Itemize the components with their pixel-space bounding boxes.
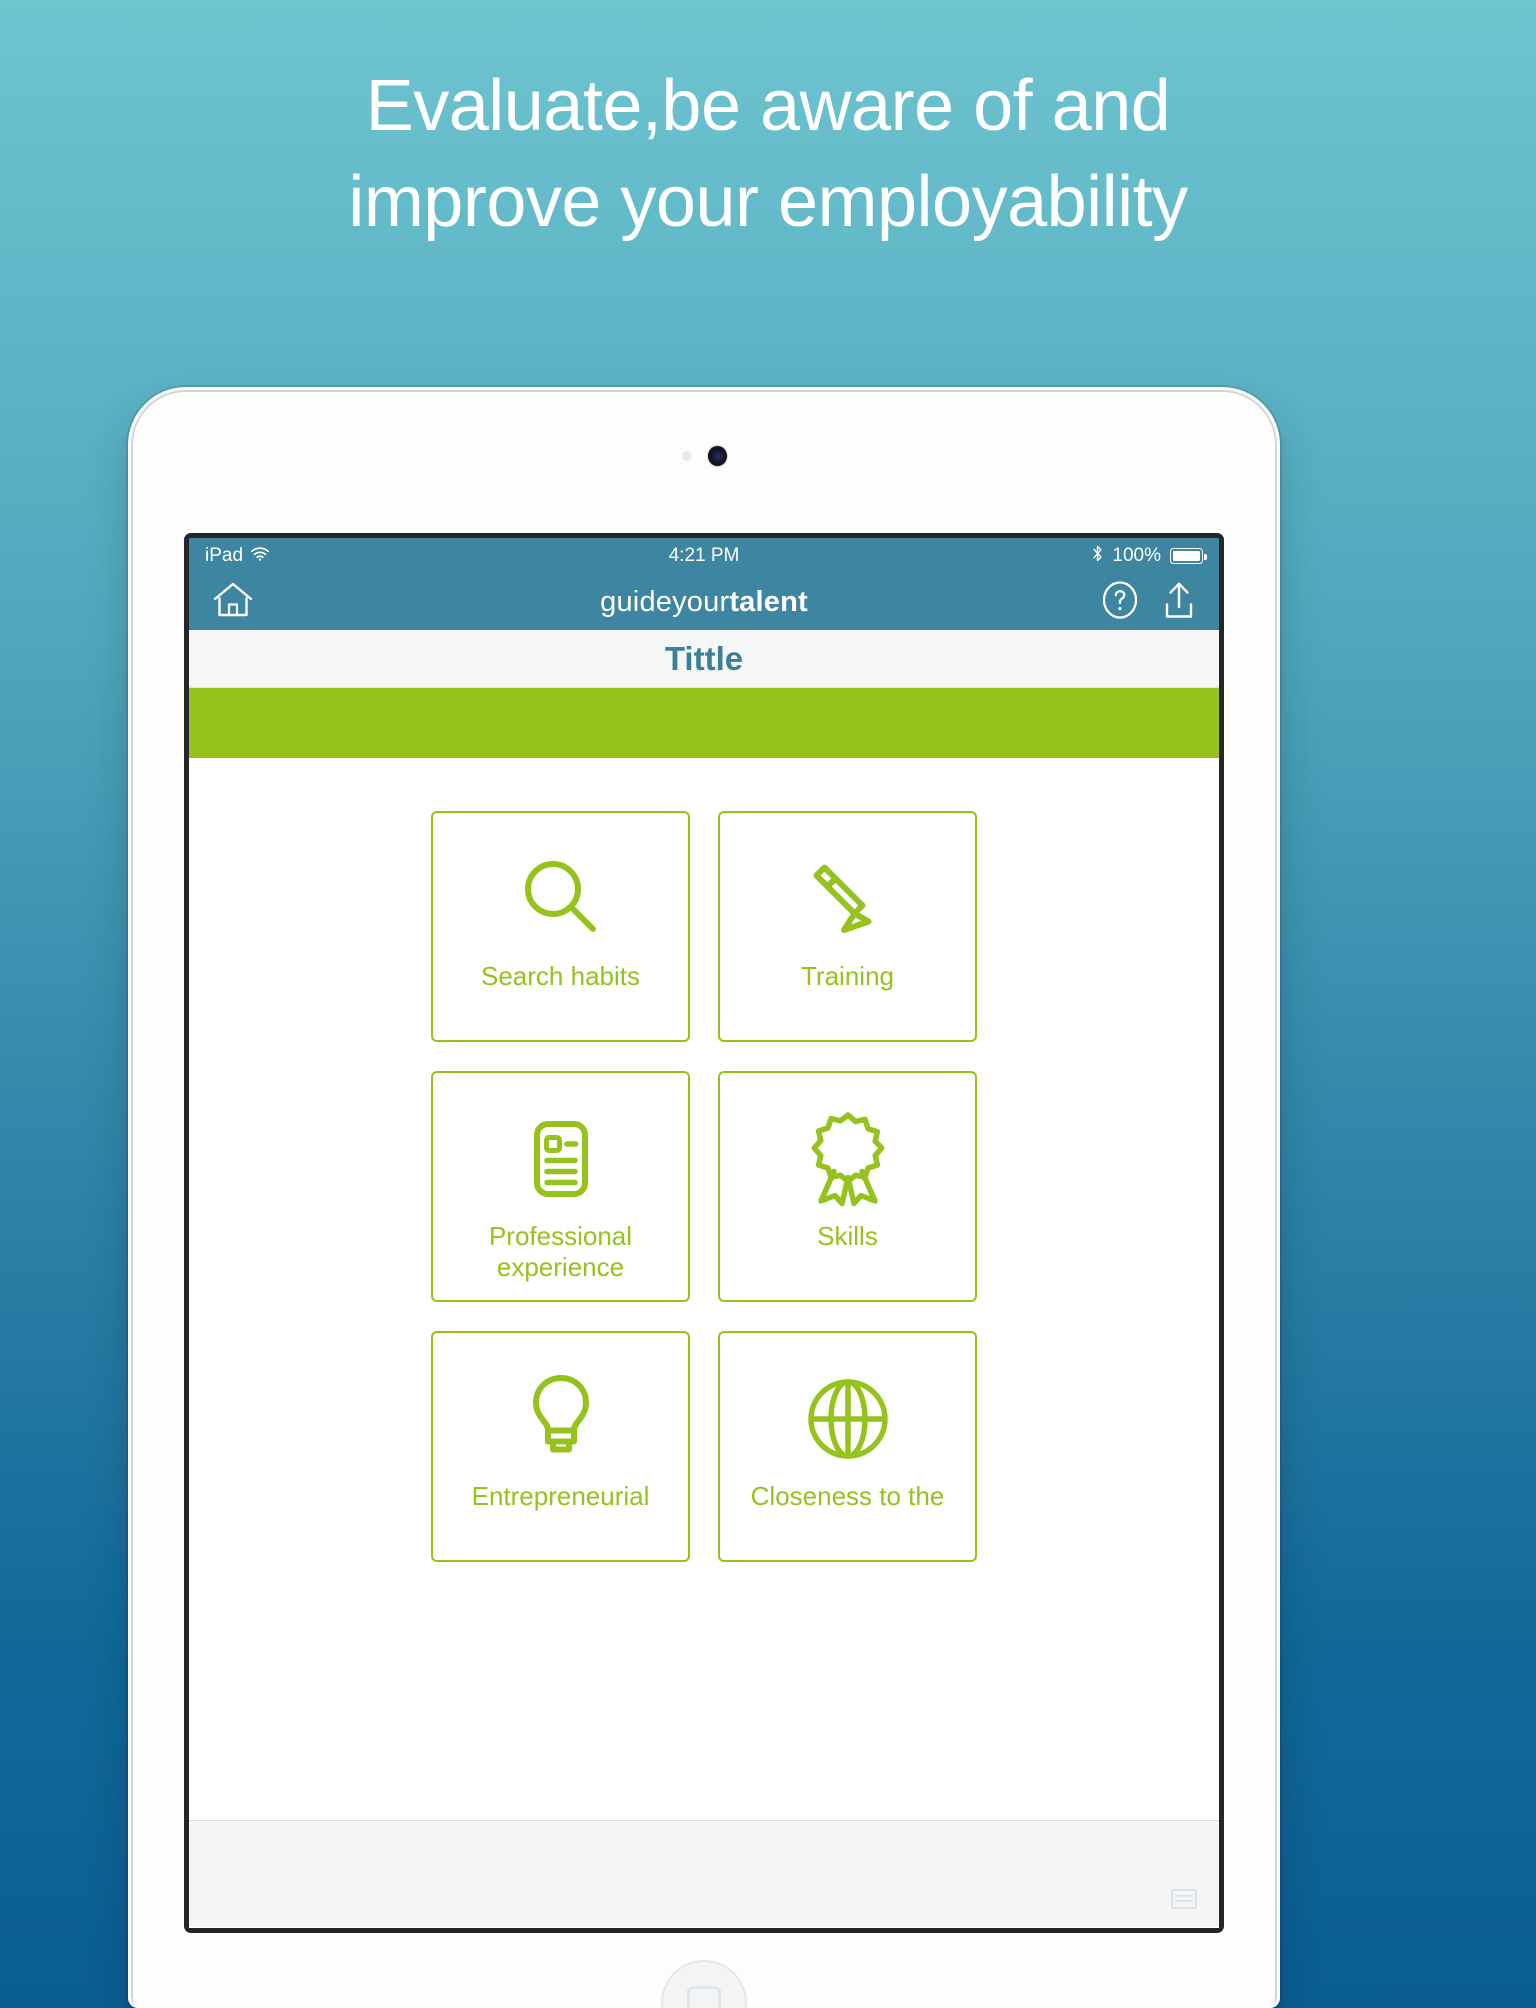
headline-line-2: improve your employability [348,162,1188,242]
brand-text-regular: guideyour [600,585,730,618]
bottom-toolbar [189,1820,1219,1927]
tile-label: Training [801,961,894,991]
tile-skills[interactable]: Skills [718,1071,977,1302]
app-nav-bar: guideyourtalent [189,574,1219,630]
resume-document-icon [517,1097,605,1221]
device-screen-frame: iPad 4:21 PM 100% guideyourtalent Tittle… [184,533,1224,1933]
tile-grid: Search habits Training Professional expe… [189,811,1219,1562]
battery-full-icon [1170,548,1207,564]
tile-search-habits[interactable]: Search habits [431,811,690,1042]
tile-grid-area: Search habits Training Professional expe… [189,758,1219,1927]
ios-status-bar: iPad 4:21 PM 100% [189,538,1219,574]
app-screen: iPad 4:21 PM 100% guideyourtalent Tittle… [189,538,1219,1928]
tile-closeness-to-the[interactable]: Closeness to the [718,1331,977,1562]
ambient-sensor-icon [681,451,692,461]
pencil-icon [802,837,894,961]
tile-label: Professional experience [488,1221,633,1282]
green-banner [189,688,1219,758]
device-home-button[interactable] [661,1960,747,2008]
nav-left-group [211,580,255,625]
tile-label: Skills [817,1221,878,1251]
award-rosette-icon [802,1097,894,1221]
device-camera-row [128,443,1280,469]
tile-professional-experience[interactable]: Professional experience [431,1071,690,1302]
home-icon[interactable] [211,580,255,625]
battery-percent-label: 100% [1112,545,1161,566]
front-camera-icon [707,446,727,466]
nav-right-group [1101,579,1197,626]
status-bar-clock: 4:21 PM [668,545,740,566]
app-brand-logo: guideyourtalent [189,586,1219,619]
headline-line-1: Evaluate,be aware of and [365,66,1171,146]
bluetooth-icon [1092,545,1103,568]
share-upload-icon[interactable] [1161,579,1197,626]
page-title: Tittle [189,630,1219,688]
brand-text-bold: talent [729,585,808,618]
tile-training[interactable]: Training [718,811,977,1042]
page-headline: Evaluate,be aware of and improve your em… [0,58,1536,250]
keyboard-dismiss-icon[interactable] [1171,1889,1197,1909]
tile-label: Entrepreneurial [471,1481,650,1511]
question-circle-icon[interactable] [1101,580,1139,625]
globe-icon [802,1357,894,1481]
ipad-device-mockup: iPad 4:21 PM 100% guideyourtalent Tittle… [128,387,1280,2008]
tile-entrepreneurial[interactable]: Entrepreneurial [431,1331,690,1562]
lightbulb-icon [520,1357,602,1481]
magnifier-icon [515,837,607,961]
status-bar-right: 100% [1092,545,1207,568]
tile-label: Closeness to the [750,1481,945,1511]
tile-label: Search habits [481,961,640,991]
